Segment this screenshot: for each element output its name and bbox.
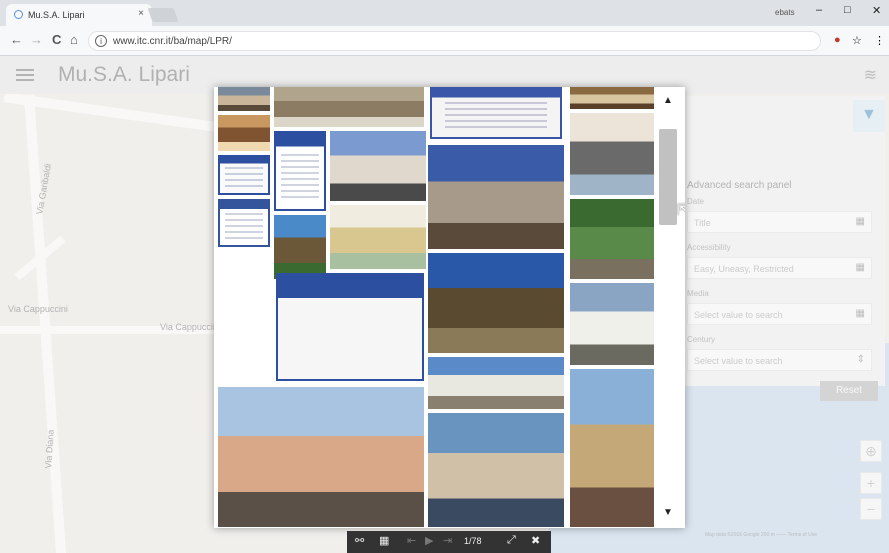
gallery-thumbnail-marina[interactable] (428, 413, 564, 527)
tab-title: Mu.S.A. Lipari (28, 10, 85, 20)
image-counter: 1/78 (464, 536, 482, 546)
browser-titlebar: Mu.S.A. Lipari × ebats – □ ✕ (0, 0, 889, 26)
browser-toolbar: ← → C ⌂ i www.itc.cnr.it/ba/map/LPR/ ● ☆… (0, 26, 889, 56)
window-user-label: ebats (775, 8, 795, 17)
gallery-thumbnail-harbour-building[interactable] (428, 357, 564, 409)
back-button[interactable]: ← (10, 32, 23, 47)
bookmark-star-icon[interactable]: ☆ (852, 34, 862, 47)
gallery-thumbnail-building[interactable] (330, 131, 426, 201)
last-icon[interactable]: ⇥ (443, 534, 452, 547)
gallery-thumbnail-amphitheatre[interactable] (428, 253, 564, 353)
close-window-button[interactable]: ✕ (872, 4, 881, 17)
gallery-thumbnail-park[interactable] (570, 199, 654, 279)
restore-button[interactable]: □ (844, 4, 851, 16)
forward-button[interactable]: → (30, 32, 43, 47)
gallery-thumbnail-cathedral[interactable] (218, 387, 424, 527)
scroll-up-arrow-icon[interactable]: ▲ (660, 95, 676, 106)
gallery-thumbnail-webpage[interactable] (274, 131, 326, 211)
browser-tab[interactable]: Mu.S.A. Lipari × (6, 4, 152, 26)
new-tab-button[interactable] (147, 8, 179, 22)
home-button[interactable]: ⌂ (70, 32, 78, 47)
page-content: Via Garibaldi Via Cappuccini Via Cappucc… (0, 56, 889, 553)
gallery-thumbnail-cloister[interactable] (218, 115, 270, 151)
gallery-thumbnail-white-church[interactable] (570, 283, 654, 365)
reload-button[interactable]: C (52, 32, 61, 47)
address-input[interactable]: i www.itc.cnr.it/ba/map/LPR/ (88, 31, 821, 51)
gallery-thumbnail-webpage[interactable] (430, 87, 562, 139)
minimize-button[interactable]: – (816, 4, 822, 16)
extension-icon[interactable]: ● (834, 34, 841, 46)
gallery-thumbnail-map[interactable] (330, 205, 426, 269)
browser-menu-icon[interactable]: ⋮ (874, 34, 885, 47)
gallery-thumbnail-ruins[interactable] (274, 215, 326, 279)
viewer-toolbar: ⚯ ▦ ⇤ ▶ ⇥ 1/78 ⤢ ✖ (347, 531, 551, 553)
play-icon[interactable]: ▶ (425, 534, 433, 547)
url-text: www.itc.cnr.it/ba/map/LPR/ (113, 36, 232, 47)
first-icon[interactable]: ⇤ (407, 534, 416, 547)
gallery-thumbnail-webpage[interactable] (218, 199, 270, 247)
site-info-icon[interactable]: i (95, 35, 107, 47)
gallery-thumbnail-aerial[interactable] (274, 87, 424, 127)
mouse-cursor-icon: ⇱ (677, 202, 685, 219)
share-icon[interactable]: ⚯ (355, 534, 364, 547)
close-viewer-icon[interactable]: ✖ (531, 534, 540, 547)
grid-view-icon[interactable]: ▦ (379, 534, 389, 547)
gallery-thumbnail-arch[interactable] (570, 87, 654, 109)
tab-close-icon[interactable]: × (138, 8, 144, 19)
fullscreen-icon[interactable]: ⤢ (507, 534, 516, 547)
tab-favicon-icon (14, 10, 23, 19)
scroll-down-arrow-icon[interactable]: ▼ (660, 507, 676, 518)
gallery-thumbnail-baroque-portal[interactable] (428, 145, 564, 249)
gallery-thumbnail-webpage[interactable] (276, 273, 424, 381)
gallery-thumbnail-old-facade[interactable] (570, 369, 654, 527)
gallery-thumbnail-street[interactable] (218, 87, 270, 111)
gallery-thumbnail-church-facade[interactable] (570, 113, 654, 195)
gallery-thumbnail-webpage[interactable] (218, 155, 270, 195)
scrollbar-thumb[interactable] (659, 129, 677, 225)
photo-gallery-lightbox: ▲ ▼ ⇱ (214, 87, 685, 528)
